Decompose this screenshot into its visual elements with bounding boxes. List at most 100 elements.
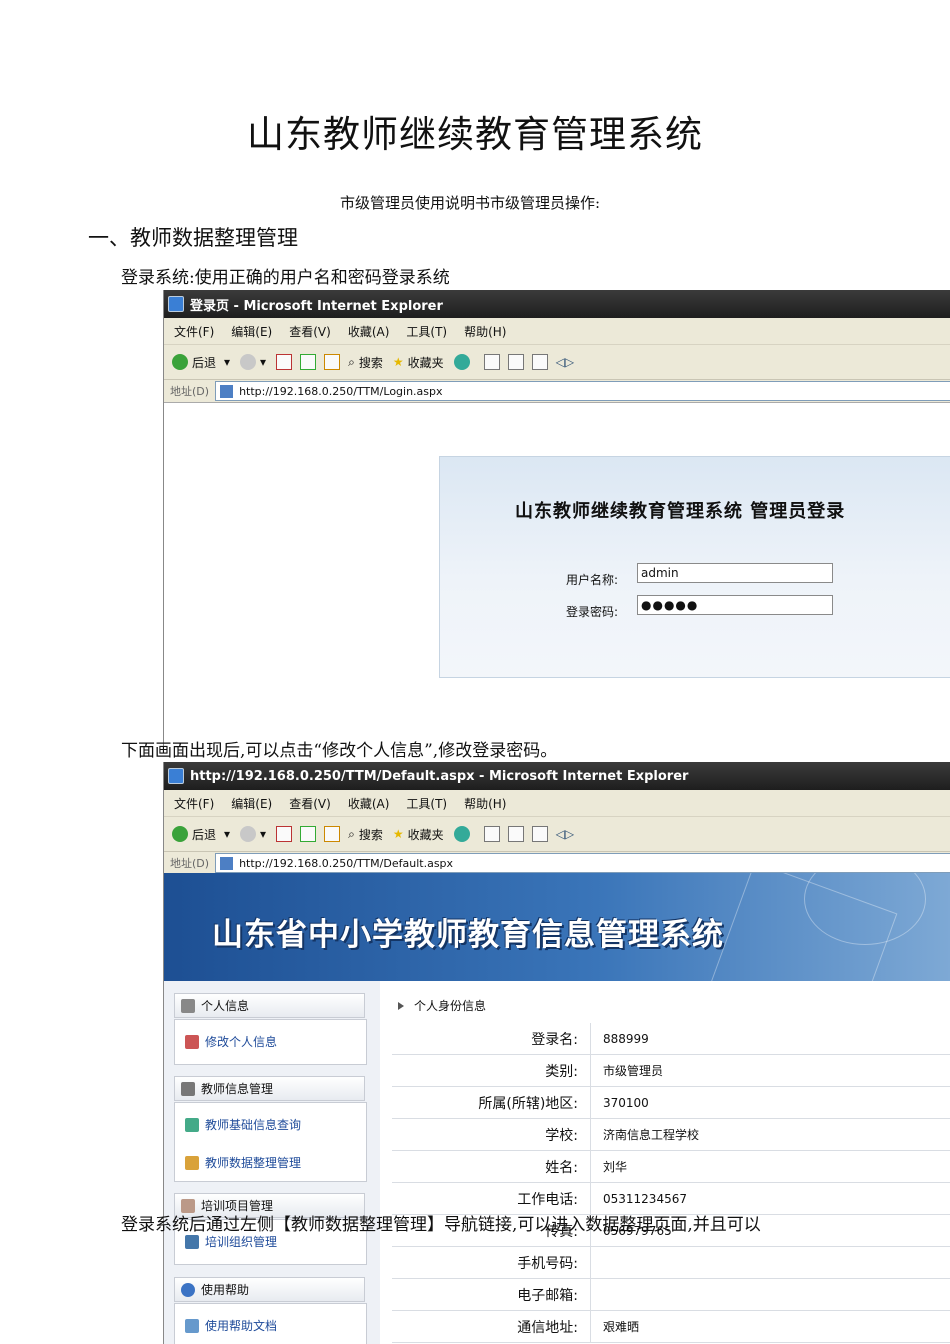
home-icon[interactable]: [324, 826, 341, 842]
menu-file[interactable]: 文件(F): [174, 795, 214, 812]
users-icon: [185, 1117, 199, 1132]
toolbar: 后退 ▾ ▾ ⌕ 搜索 ★ 收藏夹 ◁▷: [164, 345, 950, 380]
user-edit-icon: [185, 1034, 199, 1049]
messenger-icon[interactable]: ◁▷: [556, 355, 574, 369]
search-button[interactable]: ⌕ 搜索: [348, 826, 383, 843]
password-input[interactable]: ●●●●●: [637, 595, 833, 615]
sidebar-item-label: 教师数据整理管理: [205, 1156, 302, 1170]
page-icon: [220, 384, 234, 398]
address-input[interactable]: http://192.168.0.250/TTM/Login.aspx: [215, 381, 950, 401]
search-label: 搜索: [358, 827, 383, 842]
address-label: 地址(D): [170, 857, 210, 870]
menu-file[interactable]: 文件(F): [174, 323, 214, 340]
table-row: 手机号码:: [392, 1247, 950, 1279]
forward-button[interactable]: ▾: [240, 826, 266, 842]
sidebar-item-edit-profile[interactable]: 修改个人信息: [185, 1033, 277, 1050]
row-label: 所属(所辖)地区:: [478, 1095, 578, 1112]
stop-icon[interactable]: [276, 354, 293, 370]
sidebar-item-teacher-query[interactable]: 教师基础信息查询: [185, 1116, 301, 1133]
document-title: 山东教师继续教育管理系统: [247, 113, 703, 156]
table-row: 通信地址: 艰难晒: [392, 1311, 950, 1343]
menu-tools[interactable]: 工具(T): [406, 795, 447, 812]
edit-icon[interactable]: [531, 826, 548, 842]
row-value: 刘华: [590, 1151, 627, 1182]
search-button[interactable]: ⌕ 搜索: [348, 354, 383, 371]
table-row: 电子邮箱:: [392, 1279, 950, 1311]
menu-favorites[interactable]: 收藏(A): [348, 795, 390, 812]
forward-arrow-icon: [240, 354, 257, 370]
menu-help[interactable]: 帮助(H): [464, 323, 506, 340]
address-bar: 地址(D) http://192.168.0.250/TTM/Login.asp…: [164, 380, 950, 403]
document-subtitle: 市级管理员使用说明书市级管理员操作:: [339, 194, 601, 212]
address-input[interactable]: http://192.168.0.250/TTM/Default.aspx: [215, 853, 950, 873]
back-button[interactable]: 后退 ▾: [172, 354, 230, 371]
username-input[interactable]: admin: [637, 563, 833, 583]
search-label: 搜索: [358, 355, 383, 370]
star-icon: ★: [392, 827, 404, 841]
row-label: 电子邮箱:: [517, 1287, 578, 1304]
messenger-icon[interactable]: ◁▷: [556, 827, 574, 841]
paragraph-after-login: 下面画面出现后,可以点击“修改个人信息”,修改登录密码。: [121, 741, 558, 761]
row-value: 市级管理员: [590, 1055, 663, 1086]
back-label: 后退: [192, 827, 217, 842]
sidebar-section-label: 教师信息管理: [201, 1082, 274, 1096]
row-label: 类别:: [545, 1063, 578, 1080]
window-title: 登录页 - Microsoft Internet Explorer: [190, 298, 443, 314]
sidebar-section-body: 使用帮助文档: [174, 1303, 367, 1344]
back-button[interactable]: 后退 ▾: [172, 826, 230, 843]
forward-button[interactable]: ▾: [240, 354, 266, 370]
row-label: 手机号码:: [517, 1255, 578, 1272]
menu-edit[interactable]: 编辑(E): [231, 795, 272, 812]
menu-view[interactable]: 查看(V): [289, 323, 331, 340]
favorites-label: 收藏夹: [407, 827, 444, 842]
org-icon: [185, 1234, 199, 1249]
help-icon: [181, 1282, 195, 1297]
menu-favorites[interactable]: 收藏(A): [348, 323, 390, 340]
section-heading: 一、教师数据整理管理: [88, 226, 298, 250]
edit-icon[interactable]: [531, 354, 548, 370]
refresh-icon[interactable]: [300, 826, 317, 842]
ie-icon: [168, 768, 184, 784]
menu-bar: 文件(F) 编辑(E) 查看(V) 收藏(A) 工具(T) 帮助(H): [164, 318, 950, 345]
favorites-label: 收藏夹: [407, 355, 444, 370]
history-icon[interactable]: [453, 354, 470, 370]
mail-icon[interactable]: [483, 826, 500, 842]
row-value: [590, 1247, 603, 1278]
print-icon[interactable]: [507, 354, 524, 370]
history-icon[interactable]: [453, 826, 470, 842]
row-label: 工作电话:: [517, 1191, 578, 1208]
search-icon: ⌕: [348, 354, 355, 369]
sidebar-item-teacher-data[interactable]: 教师数据整理管理: [185, 1154, 301, 1171]
menu-help[interactable]: 帮助(H): [464, 795, 506, 812]
sidebar-section-personal[interactable]: 个人信息: [174, 993, 365, 1018]
table-row: 姓名: 刘华: [392, 1151, 950, 1183]
default-browser-window: http://192.168.0.250/TTM/Default.aspx - …: [163, 762, 950, 1344]
sidebar-section-teacher-info[interactable]: 教师信息管理: [174, 1076, 365, 1101]
sidebar-section-help[interactable]: 使用帮助: [174, 1277, 365, 1302]
row-value: 370100: [590, 1087, 649, 1118]
main-content: 个人身份信息 登录名: 888999 类别: 市级管理员 所属(所辖)地区: 3701…: [380, 981, 950, 1344]
back-label: 后退: [192, 355, 217, 370]
menu-edit[interactable]: 编辑(E): [231, 323, 272, 340]
login-title: 山东教师继续教育管理系统 管理员登录: [515, 501, 846, 522]
row-value: 888999: [590, 1023, 649, 1054]
page-icon: [220, 856, 234, 870]
password-label: 登录密码:: [566, 605, 619, 619]
person-icon: [181, 998, 195, 1013]
sidebar-item-help-docs[interactable]: 使用帮助文档: [185, 1317, 277, 1334]
row-label: 姓名:: [545, 1159, 578, 1176]
menu-view[interactable]: 查看(V): [289, 795, 331, 812]
window-titlebar: http://192.168.0.250/TTM/Default.aspx - …: [164, 762, 950, 790]
favorites-button[interactable]: ★ 收藏夹: [393, 826, 444, 843]
menu-bar: 文件(F) 编辑(E) 查看(V) 收藏(A) 工具(T) 帮助(H): [164, 790, 950, 817]
stop-icon[interactable]: [276, 826, 293, 842]
sidebar-item-training-org[interactable]: 培训组织管理: [185, 1233, 277, 1250]
favorites-button[interactable]: ★ 收藏夹: [393, 354, 444, 371]
home-icon[interactable]: [324, 354, 341, 370]
star-icon: ★: [392, 355, 404, 369]
refresh-icon[interactable]: [300, 354, 317, 370]
mail-icon[interactable]: [483, 354, 500, 370]
menu-tools[interactable]: 工具(T): [406, 323, 447, 340]
table-row: 所属(所辖)地区: 370100: [392, 1087, 950, 1119]
print-icon[interactable]: [507, 826, 524, 842]
